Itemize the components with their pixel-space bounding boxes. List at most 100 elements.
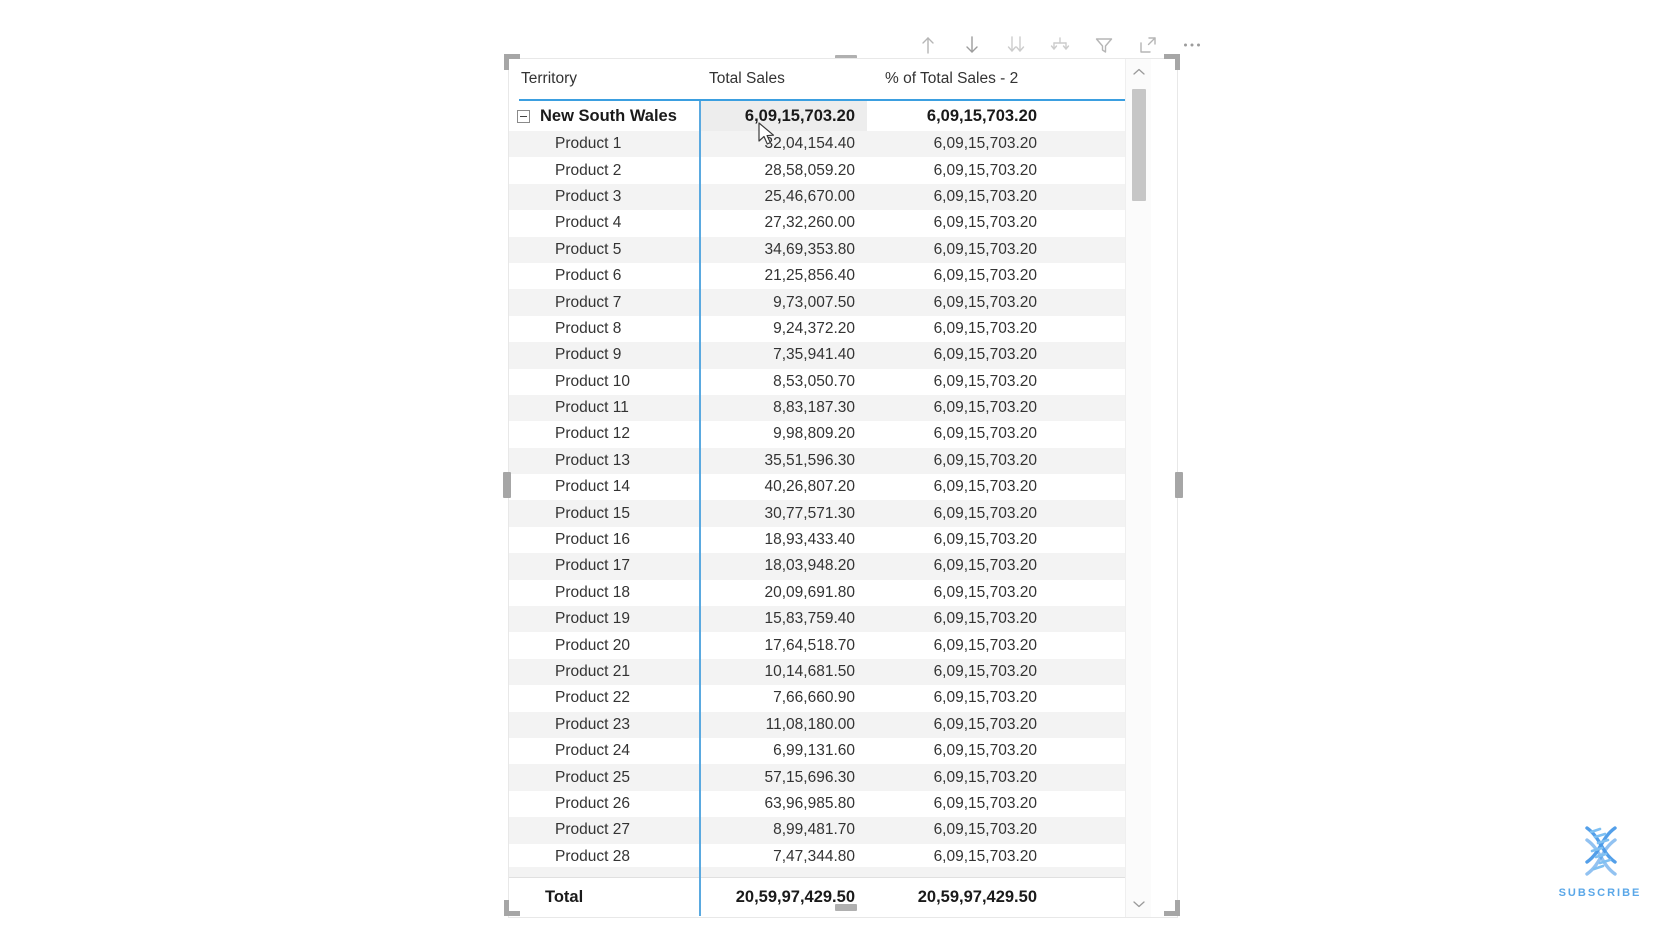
table-row[interactable]: Product 22 7,66,660.90 6,09,15,703.20 — [509, 685, 1151, 712]
cell-pct-of-total-sales-2[interactable]: 6,09,15,703.20 — [867, 320, 1045, 338]
cell-total-sales[interactable]: 57,15,696.30 — [699, 769, 867, 787]
resize-handle-bottom[interactable] — [835, 904, 857, 911]
table-row[interactable]: Product 26 63,96,985.80 6,09,15,703.20 — [509, 790, 1151, 818]
cell-territory[interactable]: Product 28 — [509, 848, 699, 866]
cell-total-sales[interactable]: 27,32,260.00 — [699, 214, 867, 232]
column-header-total-sales[interactable]: Total Sales — [699, 70, 867, 88]
cell-territory[interactable]: Product 6 — [509, 267, 699, 285]
cell-territory[interactable]: Product 24 — [509, 742, 699, 760]
cell-pct-of-total-sales-2[interactable]: 6,09,15,703.20 — [867, 399, 1045, 417]
table-row[interactable]: Product 25 57,15,696.30 6,09,15,703.20 — [509, 764, 1151, 791]
cell-territory[interactable]: Product 20 — [509, 637, 699, 655]
cell-total-sales[interactable]: 8,83,187.30 — [699, 399, 867, 417]
table-row[interactable]: Product 27 8,99,481.70 6,09,15,703.20 — [509, 817, 1151, 844]
filter-icon[interactable] — [1091, 32, 1117, 58]
resize-handle-top-right[interactable] — [1164, 54, 1180, 70]
matrix-visual[interactable]: Territory Total Sales % of Total Sales -… — [508, 58, 1178, 918]
group-row-new-south-wales[interactable]: New South Wales 6,09,15,703.20 6,09,15,7… — [509, 101, 1151, 131]
more-options-icon[interactable] — [1179, 32, 1205, 58]
cell-territory[interactable]: Product 17 — [509, 557, 699, 575]
cell-territory[interactable]: Product 10 — [509, 373, 699, 391]
focus-mode-icon[interactable] — [1135, 32, 1161, 58]
cell-pct-of-total-sales-2[interactable]: 6,09,15,703.20 — [867, 425, 1045, 443]
cell-pct-of-total-sales-2[interactable]: 6,09,15,703.20 — [867, 795, 1045, 813]
vertical-scrollbar[interactable] — [1125, 59, 1151, 917]
group-label-cell[interactable]: New South Wales — [509, 107, 699, 126]
cell-total-sales[interactable]: 17,64,518.70 — [699, 637, 867, 655]
table-row[interactable]: Product 10 8,53,050.70 6,09,15,703.20 — [509, 368, 1151, 395]
cell-territory[interactable]: Product 1 — [509, 135, 699, 153]
cell-territory[interactable]: Product 21 — [509, 663, 699, 681]
cell-pct-of-total-sales-2[interactable]: 6,09,15,703.20 — [867, 663, 1045, 681]
cell-territory[interactable]: Product 22 — [509, 689, 699, 707]
cell-total-sales[interactable]: 11,08,180.00 — [699, 716, 867, 734]
cell-pct-of-total-sales-2[interactable]: 6,09,15,703.20 — [867, 162, 1045, 180]
cell-total-sales[interactable]: 8,53,050.70 — [699, 373, 867, 391]
cell-total-sales[interactable]: 6,99,131.60 — [699, 742, 867, 760]
table-body[interactable]: New South Wales 6,09,15,703.20 6,09,15,7… — [509, 101, 1151, 876]
table-row[interactable]: Product 21 10,14,681.50 6,09,15,703.20 — [509, 658, 1151, 686]
cell-territory[interactable]: Product 14 — [509, 478, 699, 496]
scroll-down-arrow-icon[interactable] — [1126, 893, 1152, 915]
cell-territory[interactable]: Product 15 — [509, 505, 699, 523]
cell-pct-of-total-sales-2[interactable]: 6,09,15,703.20 — [867, 531, 1045, 549]
cell-total-sales[interactable]: 25,46,670.00 — [699, 188, 867, 206]
cell-pct-of-total-sales-2[interactable]: 6,09,15,703.20 — [867, 584, 1045, 602]
table-row[interactable]: Product 7 9,73,007.50 6,09,15,703.20 — [509, 289, 1151, 316]
expand-all-down-icon[interactable] — [1003, 32, 1029, 58]
cell-territory[interactable]: Product 3 — [509, 188, 699, 206]
column-header-territory[interactable]: Territory — [509, 70, 699, 88]
cell-total-sales[interactable]: 7,47,344.80 — [699, 848, 867, 866]
column-divider[interactable] — [699, 101, 701, 916]
cell-total-sales[interactable]: 8,99,481.70 — [699, 821, 867, 839]
table-row[interactable]: Product 3 25,46,670.00 6,09,15,703.20 — [509, 183, 1151, 211]
cell-pct-of-total-sales-2[interactable]: 6,09,15,703.20 — [867, 241, 1045, 259]
table-row[interactable]: Product 9 7,35,941.40 6,09,15,703.20 — [509, 342, 1151, 369]
cell-territory[interactable]: Product 8 — [509, 320, 699, 338]
drill-up-icon[interactable] — [915, 32, 941, 58]
cell-pct-of-total-sales-2[interactable]: 6,09,15,703.20 — [867, 689, 1045, 707]
cell-pct-of-total-sales-2[interactable]: 6,09,15,703.20 — [867, 267, 1045, 285]
table-row[interactable]: Product 16 18,93,433.40 6,09,15,703.20 — [509, 526, 1151, 554]
cell-pct-of-total-sales-2[interactable]: 6,09,15,703.20 — [867, 135, 1045, 153]
column-header-pct-of-total-sales-2[interactable]: % of Total Sales - 2 — [867, 70, 1045, 88]
cell-territory[interactable]: Product 5 — [509, 241, 699, 259]
cell-territory[interactable]: Product 25 — [509, 769, 699, 787]
cell-total-sales[interactable]: 18,03,948.20 — [699, 557, 867, 575]
resize-handle-left[interactable] — [503, 472, 511, 498]
table-row[interactable]: Product 12 9,98,809.20 6,09,15,703.20 — [509, 421, 1151, 448]
table-row[interactable]: Product 15 30,77,571.30 6,09,15,703.20 — [509, 500, 1151, 527]
cell-territory[interactable]: Product 11 — [509, 399, 699, 417]
table-row[interactable]: Product 28 7,47,344.80 6,09,15,703.20 — [509, 843, 1151, 870]
table-row[interactable]: Product 11 8,83,187.30 6,09,15,703.20 — [509, 394, 1151, 422]
cell-total-sales[interactable]: 10,14,681.50 — [699, 663, 867, 681]
cell-pct-of-total-sales-2[interactable]: 6,09,15,703.20 — [867, 610, 1045, 628]
resize-handle-bottom-right[interactable] — [1164, 900, 1180, 916]
table-row[interactable]: Product 4 27,32,260.00 6,09,15,703.20 — [509, 210, 1151, 237]
cell-pct-of-total-sales-2[interactable]: 6,09,15,703.20 — [867, 742, 1045, 760]
drill-mode-icon[interactable] — [1047, 32, 1073, 58]
table-row[interactable]: Product 13 35,51,596.30 6,09,15,703.20 — [509, 447, 1151, 475]
cell-total-sales[interactable]: 15,83,759.40 — [699, 610, 867, 628]
drill-down-icon[interactable] — [959, 32, 985, 58]
cell-pct-of-total-sales-2[interactable]: 6,09,15,703.20 — [867, 821, 1045, 839]
cell-pct-of-total-sales-2[interactable]: 6,09,15,703.20 — [867, 716, 1045, 734]
cell-total-sales[interactable]: 18,93,433.40 — [699, 531, 867, 549]
table-row[interactable]: Product 1 32,04,154.40 6,09,15,703.20 — [509, 131, 1151, 158]
cell-total-sales[interactable]: 30,77,571.30 — [699, 505, 867, 523]
cell-territory[interactable]: Product 9 — [509, 346, 699, 364]
cell-total-sales[interactable]: 35,51,596.30 — [699, 452, 867, 470]
cell-pct-of-total-sales-2[interactable]: 6,09,15,703.20 — [867, 478, 1045, 496]
table-row[interactable]: Product 14 40,26,807.20 6,09,15,703.20 — [509, 474, 1151, 501]
table-row[interactable]: Product 8 9,24,372.20 6,09,15,703.20 — [509, 315, 1151, 343]
resize-handle-bottom-left[interactable] — [504, 900, 520, 916]
cell-territory[interactable]: Product 18 — [509, 584, 699, 602]
cell-pct-of-total-sales-2[interactable]: 6,09,15,703.20 — [867, 505, 1045, 523]
table-row[interactable]: Product 6 21,25,856.40 6,09,15,703.20 — [509, 262, 1151, 290]
table-row[interactable]: Product 18 20,09,691.80 6,09,15,703.20 — [509, 579, 1151, 607]
scroll-up-arrow-icon[interactable] — [1126, 61, 1152, 83]
cell-pct-of-total-sales-2[interactable]: 6,09,15,703.20 — [867, 557, 1045, 575]
table-row[interactable]: Product 17 18,03,948.20 6,09,15,703.20 — [509, 553, 1151, 580]
cell-pct-of-total-sales-2[interactable]: 6,09,15,703.20 — [867, 848, 1045, 866]
cell-pct-of-total-sales-2[interactable]: 6,09,15,703.20 — [867, 373, 1045, 391]
